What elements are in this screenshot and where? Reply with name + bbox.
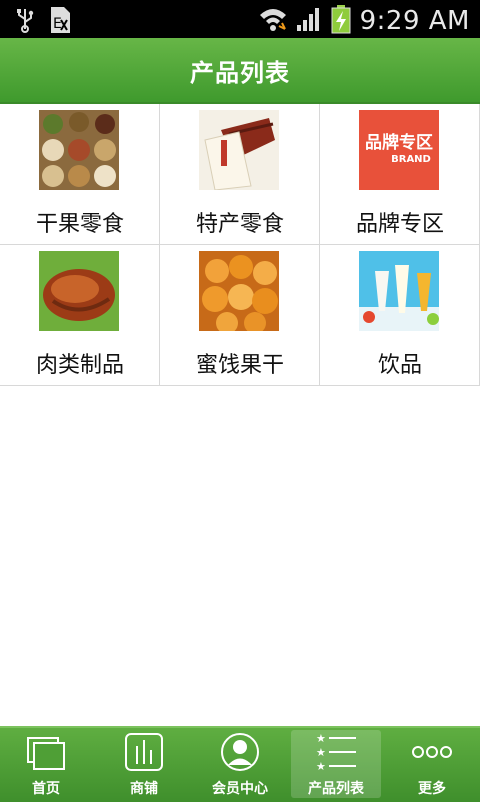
svg-text:★: ★ — [316, 746, 326, 759]
tab-shop[interactable]: 商铺 — [99, 730, 189, 798]
tab-home[interactable]: 首页 — [1, 730, 91, 798]
category-tile-meat-products[interactable]: 肉类制品 — [0, 245, 160, 386]
bottom-tab-bar: 首页 商铺 会员中心 ★ ★ ★ 产品列表 更多 — [0, 726, 480, 802]
category-label: 蜜饯果干 — [195, 353, 284, 378]
category-grid: 干果零食 特产零食 品牌专区 BRAND 品牌专区 肉类制品 蜜饯果干 饮品 — [0, 104, 480, 386]
list-icon: ★ ★ ★ — [316, 732, 356, 772]
tab-product-list[interactable]: ★ ★ ★ 产品列表 — [291, 730, 381, 798]
svg-text:★: ★ — [316, 760, 326, 772]
tab-more[interactable]: 更多 — [387, 730, 477, 798]
category-label: 饮品 — [377, 353, 422, 378]
tab-label: 首页 — [32, 781, 60, 797]
title-bar: 产品列表 — [0, 38, 480, 104]
sim-card-icon: E — [48, 6, 72, 38]
category-tile-dried-fruit[interactable]: 干果零食 — [0, 104, 160, 245]
tab-label: 更多 — [418, 781, 446, 797]
shop-icon — [125, 733, 163, 771]
more-icon — [412, 746, 452, 758]
category-label: 特产零食 — [195, 212, 284, 237]
wifi-icon — [258, 5, 288, 37]
usb-icon — [14, 7, 36, 37]
page-title: 产品列表 — [190, 58, 290, 87]
tab-label: 会员中心 — [212, 781, 268, 797]
status-time: 9:29 AM — [359, 6, 470, 36]
member-icon — [221, 733, 259, 771]
category-tile-drinks[interactable]: 饮品 — [320, 245, 480, 386]
status-bar: E 9:29 AM — [0, 0, 480, 38]
battery-charging-icon — [330, 4, 352, 38]
svg-text:★: ★ — [316, 732, 326, 745]
category-label: 品牌专区 — [355, 212, 444, 237]
specialty-snacks-image — [199, 110, 279, 190]
category-tile-specialty-snacks[interactable]: 特产零食 — [160, 104, 320, 245]
tab-label: 产品列表 — [308, 781, 364, 797]
category-label: 干果零食 — [35, 212, 124, 237]
category-label: 肉类制品 — [35, 353, 124, 378]
brand-zone-badge-sub: BRAND — [391, 154, 431, 165]
brand-zone-badge: 品牌专区 — [365, 132, 433, 153]
tab-label: 商铺 — [130, 781, 158, 797]
dried-fruit-snacks-image — [39, 110, 119, 190]
category-tile-candied-fruit[interactable]: 蜜饯果干 — [160, 245, 320, 386]
home-icon — [27, 737, 65, 770]
candied-fruit-image — [199, 251, 279, 331]
meat-products-image — [39, 251, 119, 331]
signal-icon — [296, 5, 322, 37]
drinks-image — [359, 251, 439, 331]
tab-member-center[interactable]: 会员中心 — [195, 730, 285, 798]
brand-zone-image: 品牌专区 BRAND — [359, 110, 439, 190]
category-tile-brand-zone[interactable]: 品牌专区 BRAND 品牌专区 — [320, 104, 480, 245]
